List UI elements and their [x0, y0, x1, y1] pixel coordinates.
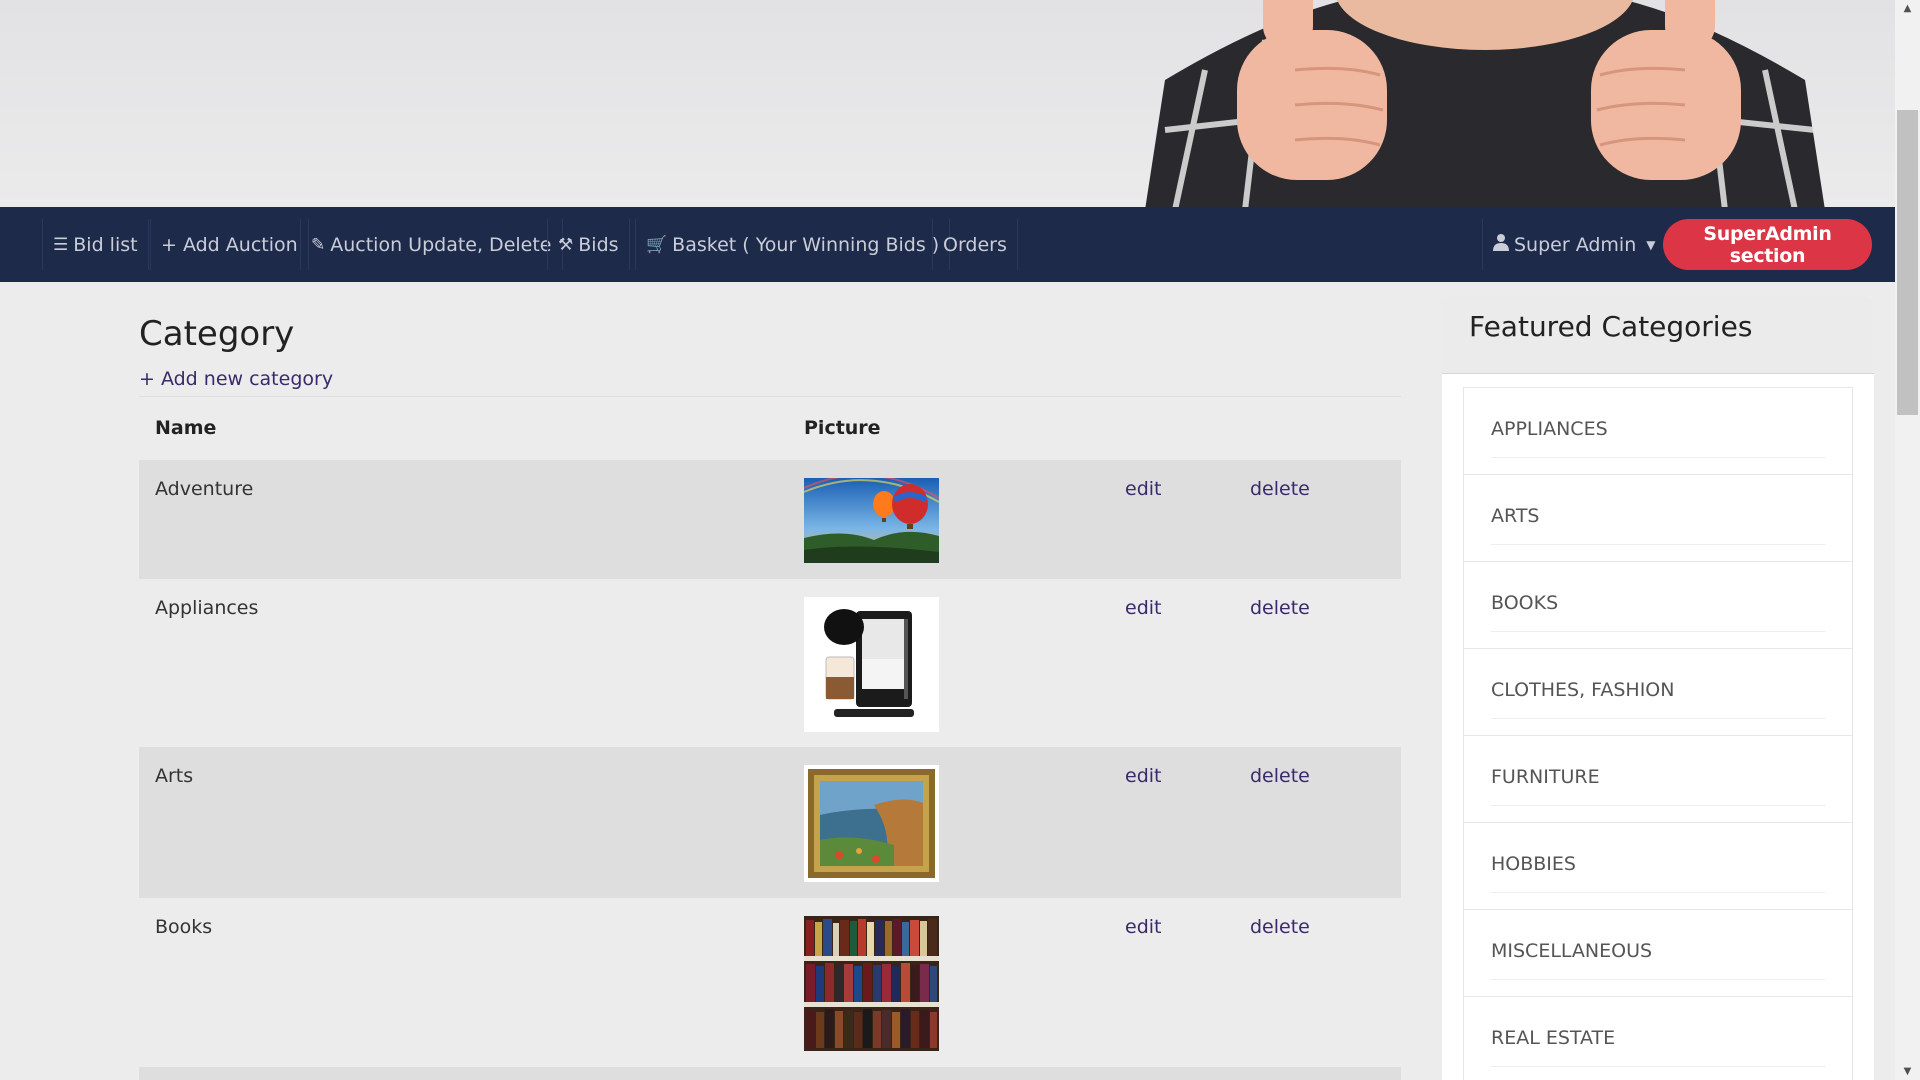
- item-divider: [1491, 457, 1825, 458]
- column-header-name: Name: [155, 417, 217, 439]
- featured-item-label: ARTS: [1491, 505, 1540, 527]
- item-divider: [1491, 892, 1825, 893]
- nav-add-auction-label: + Add Auction: [161, 233, 298, 256]
- edit-link[interactable]: edit: [1125, 765, 1161, 787]
- delete-link[interactable]: delete: [1250, 478, 1310, 500]
- main-navbar: ☰ Bid list + Add Auction ✎ Auction Updat…: [0, 207, 1895, 282]
- featured-item-label: FURNITURE: [1491, 766, 1600, 788]
- featured-item-label: CLOTHES, FASHION: [1491, 679, 1675, 701]
- cart-icon: 🛒: [646, 234, 668, 255]
- category-name: Adventure: [155, 478, 254, 500]
- item-divider: [1491, 631, 1825, 632]
- nav-basket[interactable]: 🛒 Basket ( Your Winning Bids ): [635, 219, 951, 270]
- featured-item-books[interactable]: BOOKS: [1463, 561, 1853, 649]
- nav-auction-update-delete[interactable]: ✎ Auction Update, Delete: [300, 219, 563, 270]
- featured-item-real-estate[interactable]: REAL ESTATE: [1463, 996, 1853, 1080]
- hero-thumbs-up-image: [1145, 0, 1825, 207]
- featured-item-label: BOOKS: [1491, 592, 1559, 614]
- category-name: Books: [155, 916, 213, 938]
- featured-categories-list: APPLIANCES ARTS BOOKS CLOTHES, FASHION F…: [1463, 387, 1853, 1080]
- hero-banner: [0, 0, 1895, 207]
- table-header: Name Picture: [139, 397, 1401, 460]
- nav-auction-update-delete-label: Auction Update, Delete: [330, 233, 552, 256]
- superadmin-section-button[interactable]: SuperAdmin section: [1663, 219, 1872, 270]
- featured-categories-title: Featured Categories: [1442, 296, 1874, 374]
- nav-bid-list-label: Bid list: [73, 233, 138, 256]
- scroll-up-arrow-icon[interactable]: ▲: [1895, 0, 1920, 17]
- list-icon: ☰: [53, 234, 69, 255]
- category-name: Appliances: [155, 597, 259, 619]
- gavel-icon: ⚒: [558, 234, 574, 255]
- scrollbar-thumb[interactable]: [1897, 110, 1918, 415]
- featured-item-miscellaneous[interactable]: MISCELLANEOUS: [1463, 909, 1853, 997]
- item-divider: [1491, 979, 1825, 980]
- table-row: Appliances edit delete: [139, 579, 1401, 747]
- category-picture-arts: [804, 765, 939, 882]
- nav-bid-list[interactable]: ☰ Bid list: [42, 219, 149, 270]
- featured-item-arts[interactable]: ARTS: [1463, 474, 1853, 562]
- featured-item-label: APPLIANCES: [1491, 418, 1608, 440]
- table-row: Arts edit delete: [139, 747, 1401, 898]
- delete-link[interactable]: delete: [1250, 916, 1310, 938]
- edit-link[interactable]: edit: [1125, 478, 1161, 500]
- featured-categories-panel: Featured Categories APPLIANCES ARTS BOOK…: [1442, 296, 1874, 1080]
- user-dropdown-label: Super Admin: [1514, 233, 1637, 256]
- featured-item-appliances[interactable]: APPLIANCES: [1463, 387, 1853, 475]
- category-picture-adventure: [803, 474, 940, 563]
- scroll-down-arrow-icon[interactable]: ▼: [1895, 1063, 1920, 1080]
- nav-bids[interactable]: ⚒ Bids: [547, 219, 630, 270]
- column-header-picture: Picture: [804, 417, 881, 439]
- delete-link[interactable]: delete: [1250, 597, 1310, 619]
- table-row: Adventure edit delete: [139, 460, 1401, 579]
- featured-item-label: MISCELLANEOUS: [1491, 940, 1653, 962]
- nav-orders[interactable]: Orders: [932, 219, 1018, 270]
- edit-link[interactable]: edit: [1125, 916, 1161, 938]
- table-row-partial: [139, 1067, 1401, 1080]
- category-picture-books: [804, 916, 939, 1051]
- item-divider: [1491, 544, 1825, 545]
- item-divider: [1491, 1066, 1825, 1067]
- nav-orders-label: Orders: [943, 233, 1007, 256]
- delete-link[interactable]: delete: [1250, 765, 1310, 787]
- item-divider: [1491, 805, 1825, 806]
- featured-item-label: HOBBIES: [1491, 853, 1576, 875]
- item-divider: [1491, 718, 1825, 719]
- page-title: Category: [139, 314, 295, 354]
- table-row: Books edit delete: [139, 898, 1401, 1067]
- nav-add-auction[interactable]: + Add Auction: [150, 219, 309, 270]
- featured-item-furniture[interactable]: FURNITURE: [1463, 735, 1853, 823]
- edit-link[interactable]: edit: [1125, 597, 1161, 619]
- category-picture-appliances: [804, 597, 939, 732]
- featured-item-hobbies[interactable]: HOBBIES: [1463, 822, 1853, 910]
- caret-down-icon: ▼: [1646, 237, 1656, 252]
- featured-item-clothes-fashion[interactable]: CLOTHES, FASHION: [1463, 648, 1853, 736]
- category-name: Arts: [155, 765, 194, 787]
- nav-basket-label: Basket ( Your Winning Bids ): [672, 233, 940, 256]
- add-new-category-link[interactable]: + Add new category: [139, 368, 333, 390]
- nav-bids-label: Bids: [578, 233, 619, 256]
- pencil-icon: ✎: [311, 234, 326, 255]
- user-icon: [1493, 233, 1509, 256]
- user-dropdown[interactable]: Super Admin ▼: [1482, 219, 1656, 270]
- featured-item-label: REAL ESTATE: [1491, 1027, 1616, 1049]
